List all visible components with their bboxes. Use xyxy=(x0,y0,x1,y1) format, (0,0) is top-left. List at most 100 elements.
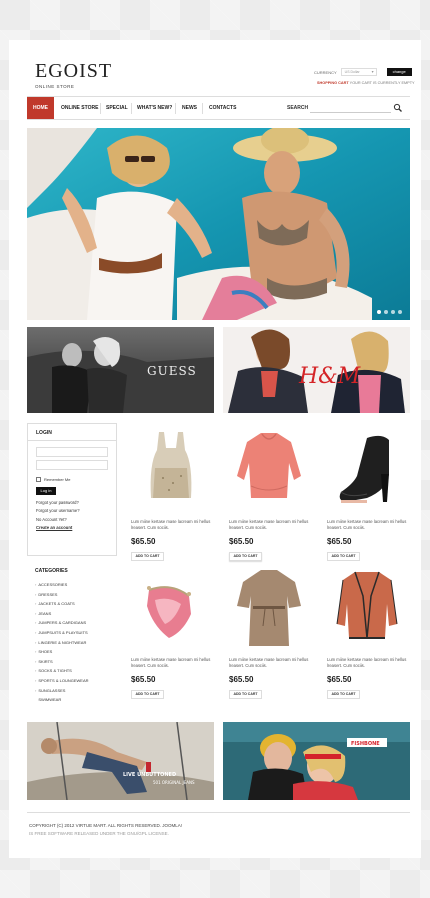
add-to-cart-button[interactable]: ADD TO CART xyxy=(229,552,262,561)
arrow-right-icon: › xyxy=(35,639,37,645)
nav-item-special[interactable]: SPECIAL xyxy=(106,97,128,119)
arrow-right-icon: › xyxy=(35,582,37,587)
password-field[interactable] xyxy=(36,460,108,470)
product-price: $65.50 xyxy=(229,537,254,546)
chevron-down-icon: ▾ xyxy=(371,69,374,74)
search-input[interactable] xyxy=(310,103,391,113)
product-image-taupe-dress[interactable] xyxy=(229,566,309,654)
add-to-cart-button[interactable]: ADD TO CART xyxy=(229,690,262,699)
product-card: Lum miine kertase mase lacream mi hellus… xyxy=(229,566,309,701)
levis-banner[interactable]: LIVE UNBUTTONED 501 ORIGINAL JEANS xyxy=(27,722,214,800)
category-label: DRESSES xyxy=(38,591,58,597)
category-label: SUNGLASSES xyxy=(38,687,66,693)
nav-item-online-store[interactable]: ONLINE STORE xyxy=(61,97,98,119)
login-button[interactable]: Log in xyxy=(36,487,56,495)
slider-dot[interactable] xyxy=(384,310,388,314)
forgot-password-link[interactable]: Forgot your password? xyxy=(36,500,108,505)
login-module: LOGIN Remember Me Log in Forgot your pas… xyxy=(27,423,117,556)
nav-item-contacts[interactable]: CONTACTS xyxy=(209,97,236,119)
category-item[interactable]: › JUMPSUITS & PLAYSUITS xyxy=(35,628,89,638)
category-item[interactable]: › ACCESSORIES xyxy=(35,580,89,590)
forgot-username-link[interactable]: Forgot your username? xyxy=(36,508,108,513)
arrow-right-icon: › xyxy=(35,610,37,616)
arrow-right-icon: › xyxy=(35,591,37,597)
shopping-cart-link[interactable]: SHOPPING CART xyxy=(317,81,349,85)
category-label: LINGERIE & NIGHTWEAR xyxy=(38,639,87,645)
category-item[interactable]: › LINGERIE & NIGHTWEAR xyxy=(35,638,89,648)
arrow-right-icon: › xyxy=(35,620,37,626)
guess-banner-image: GUESS xyxy=(27,327,214,413)
search-icon[interactable] xyxy=(393,103,403,113)
slider-dot[interactable] xyxy=(377,310,381,314)
arrow-right-icon: › xyxy=(35,649,37,655)
remember-me-checkbox[interactable] xyxy=(36,477,41,482)
arrow-right-icon: › xyxy=(35,687,37,693)
guess-banner[interactable]: GUESS xyxy=(27,327,214,413)
category-label: JUMPSUITS & PLAYSUITS xyxy=(38,629,88,635)
product-description: Lum miine kertase mase lacream mi hellus… xyxy=(229,657,309,668)
category-item[interactable]: › SPORTS & LOUNGEWEAR xyxy=(35,676,89,686)
create-account-link[interactable]: Create an account xyxy=(36,525,108,530)
slider-dot[interactable] xyxy=(398,310,402,314)
category-item[interactable]: › JUMPERS & CARDIGANS xyxy=(35,618,89,628)
add-to-cart-button[interactable]: ADD TO CART xyxy=(131,690,164,699)
category-item[interactable]: ›SWIMWEAR xyxy=(35,695,89,705)
logo[interactable]: EGOIST ONLINE STORE xyxy=(35,60,112,89)
product-price: $65.50 xyxy=(327,537,352,546)
brand-tagline: ONLINE STORE xyxy=(35,84,75,89)
add-to-cart-button[interactable]: ADD TO CART xyxy=(131,552,164,561)
product-card: Lum miine kertase mase lacream mi hellus… xyxy=(131,428,211,563)
nav-item-whats-new[interactable]: WHAT'S NEW? xyxy=(137,97,172,119)
categories-title: CATEGORIES xyxy=(35,568,68,574)
levis-subline: 501 ORIGINAL JEANS xyxy=(153,780,195,785)
fishbone-banner[interactable]: FISHBONE xyxy=(223,722,410,800)
hm-banner[interactable]: H&M xyxy=(223,327,410,413)
product-price: $65.50 xyxy=(229,675,254,684)
currency-dropdown[interactable]: US Dollar ▾ xyxy=(340,68,377,76)
category-label: JACKETS & COATS xyxy=(38,601,75,607)
change-currency-button[interactable]: change xyxy=(386,68,412,76)
product-card: Lum miine kertase mase lacream mi hellus… xyxy=(229,428,309,563)
currency-value: US Dollar xyxy=(344,70,360,74)
guess-logo-text: GUESS xyxy=(147,364,197,378)
category-item[interactable]: › SUNGLASSES xyxy=(35,686,89,696)
category-item[interactable]: › SHOES xyxy=(35,647,89,657)
nav-divider xyxy=(100,103,101,114)
cart-status-text: YOUR CART IS CURRENTLY EMPTY xyxy=(349,81,415,85)
product-description: Lum miine kertase mase lacream mi hellus… xyxy=(131,657,211,668)
add-to-cart-button[interactable]: ADD TO CART xyxy=(327,690,360,699)
category-item[interactable]: › JACKETS & COATS xyxy=(35,599,89,609)
remember-me[interactable]: Remember Me xyxy=(36,477,108,482)
category-label: JEANS xyxy=(38,610,52,616)
main-navigation: HOME ONLINE STORE SPECIAL WHAT'S NEW? NE… xyxy=(27,96,410,120)
levis-banner-image: LIVE UNBUTTONED 501 ORIGINAL JEANS xyxy=(27,722,214,800)
product-image-coral-blouse[interactable] xyxy=(229,428,309,516)
product-image-black-bootie[interactable] xyxy=(327,428,407,516)
category-label: JUMPERS & CARDIGANS xyxy=(38,620,87,626)
username-field[interactable] xyxy=(36,447,108,457)
product-description: Lum miine kertase mase lacream mi hellus… xyxy=(131,519,211,530)
levis-tagline: LIVE UNBUTTONED xyxy=(123,772,176,778)
add-to-cart-button[interactable]: ADD TO CART xyxy=(327,552,360,561)
currency-label: CURRENCY xyxy=(314,69,337,75)
product-image-pink-purse[interactable] xyxy=(131,566,211,654)
category-item[interactable]: › SOCKS & TIGHTS xyxy=(35,666,89,676)
product-image-orange-jacket[interactable] xyxy=(327,566,407,654)
category-item[interactable]: › SKIRTS xyxy=(35,657,89,667)
slider-dot[interactable] xyxy=(391,310,395,314)
product-description: Lum miine kertase mase lacream mi hellus… xyxy=(229,519,309,530)
product-card: Lum miine kertase mase lacream mi hellus… xyxy=(131,566,211,701)
login-title: LOGIN xyxy=(36,430,52,436)
hm-banner-image: H&M xyxy=(223,327,410,413)
product-card: Lum miine kertase mase lacream mi hellus… xyxy=(327,428,407,563)
slider-pagination xyxy=(377,310,402,314)
page-container: EGOIST ONLINE STORE CURRENCY US Dollar ▾… xyxy=(9,40,421,858)
hero-slider[interactable] xyxy=(27,128,410,320)
category-item[interactable]: › JEANS xyxy=(35,609,89,619)
brand-name: EGOIST xyxy=(35,60,113,82)
category-item[interactable]: › DRESSES xyxy=(35,590,89,600)
product-image-sequin-top[interactable] xyxy=(131,428,211,516)
nav-item-home[interactable]: HOME xyxy=(27,97,54,119)
nav-item-news[interactable]: NEWS xyxy=(182,97,197,119)
product-description: Lum miine kertase mase lacream mi hellus… xyxy=(327,519,407,530)
